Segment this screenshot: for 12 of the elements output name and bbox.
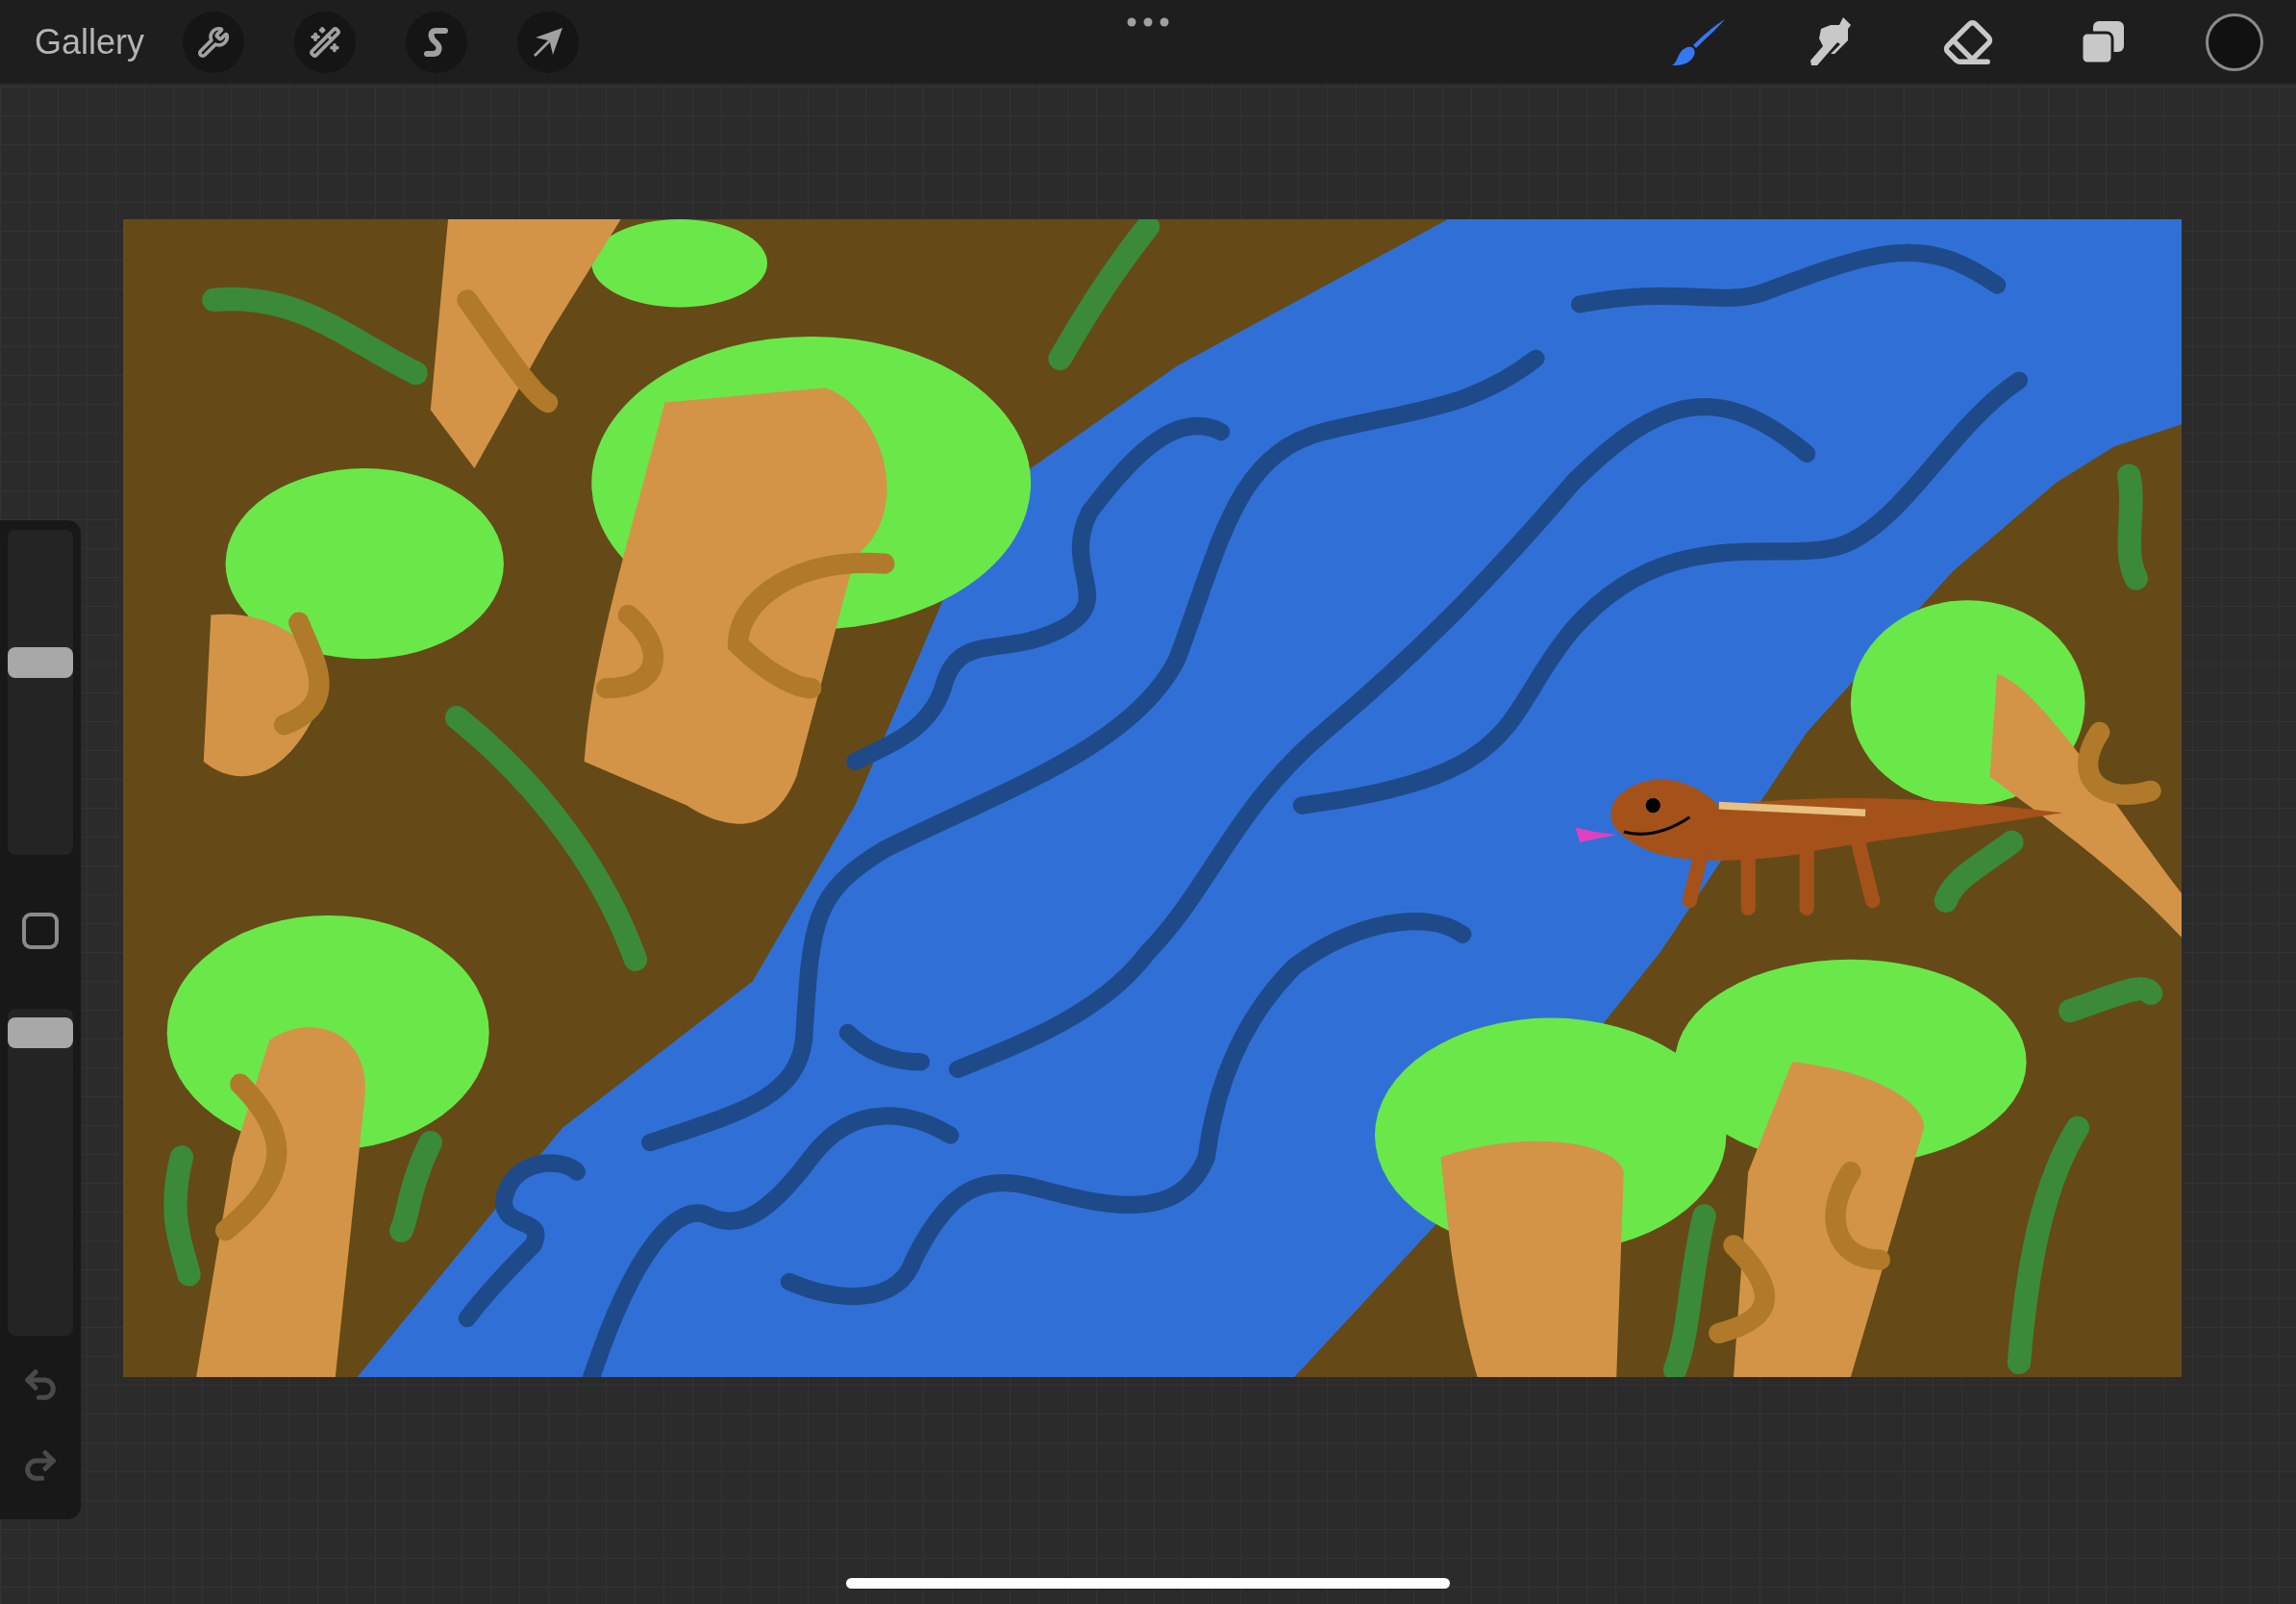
layers-icon: [2080, 18, 2126, 65]
brush-icon: [1671, 16, 1727, 67]
wand-icon: [309, 25, 342, 59]
wrench-icon: [197, 25, 231, 59]
size-slider-track[interactable]: [8, 530, 73, 855]
more-icon[interactable]: [1127, 17, 1169, 27]
opacity-slider-thumb[interactable]: [8, 1017, 73, 1049]
modify-button[interactable]: [22, 913, 59, 949]
size-slider-thumb[interactable]: [8, 647, 73, 679]
opacity-slider-track[interactable]: [8, 1009, 73, 1336]
arrow-icon: [532, 25, 565, 59]
gallery-button[interactable]: Gallery: [35, 21, 145, 63]
